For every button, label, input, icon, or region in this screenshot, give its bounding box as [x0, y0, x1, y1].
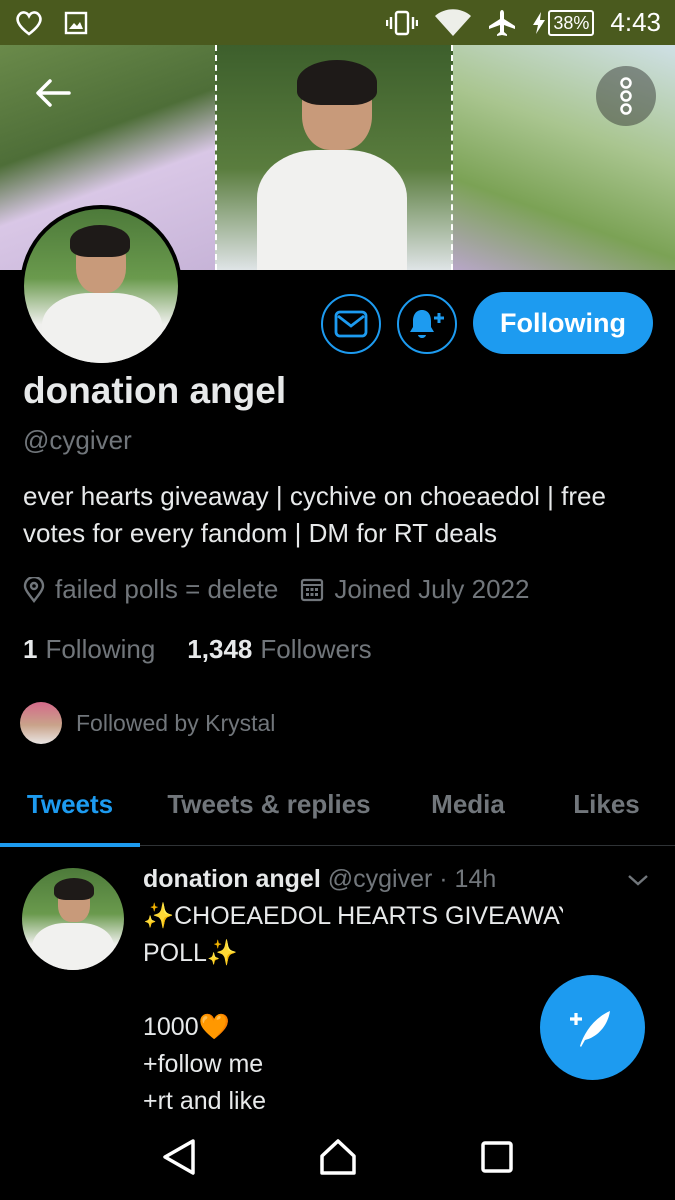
profile-location: failed polls = delete: [23, 574, 278, 605]
bio-line: ever hearts giveaway | cychive on choeae…: [23, 481, 606, 511]
vibrate-icon: [386, 10, 419, 35]
nav-recents-icon[interactable]: [480, 1140, 514, 1174]
tab-likes[interactable]: Likes: [538, 762, 675, 846]
charging-icon: [533, 11, 546, 34]
tweet-line: 1000🧡: [143, 1013, 230, 1041]
mail-icon: [334, 310, 368, 338]
nav-home-icon[interactable]: [318, 1138, 358, 1176]
profile-name: donation angel: [23, 370, 287, 411]
tweet-line: +rt and like: [143, 1087, 266, 1113]
location-text: failed polls = delete: [55, 574, 279, 604]
system-nav-bar: [0, 1113, 675, 1200]
tweet-avatar[interactable]: [22, 868, 124, 970]
following-button[interactable]: Following: [473, 292, 653, 354]
bio-line: votes for every fandom | DM for RT deals: [23, 518, 497, 548]
compose-feather-icon: [569, 1010, 610, 1047]
gallery-icon: [64, 11, 88, 34]
followers-label: Followers: [260, 634, 372, 664]
followers-link[interactable]: 1,348 Followers: [187, 634, 371, 665]
profile-tabs: Tweets Tweets & replies Media Likes: [0, 762, 675, 847]
follow-counts: 1 Following 1,348 Followers: [23, 634, 372, 665]
tweet-menu-button[interactable]: [626, 868, 650, 892]
tweet-line: +follow me: [143, 1050, 264, 1078]
nav-back-icon[interactable]: [161, 1138, 197, 1176]
notifications-button[interactable]: [397, 294, 457, 354]
banner-person: [257, 60, 407, 270]
heart-notification-icon: [16, 10, 42, 36]
tweet-time: · 14h: [439, 865, 497, 893]
message-button[interactable]: [321, 294, 381, 354]
tab-media[interactable]: Media: [398, 762, 538, 846]
tweet-handle: @cygiver: [327, 865, 433, 893]
tweet-line: ✨CHOEAEDOL HEARTS GIVEAWAY: [143, 902, 563, 930]
tweet-header: donation angel @cygiver · 14h: [143, 865, 496, 894]
back-button[interactable]: [30, 70, 76, 116]
follower-avatar: [20, 702, 62, 744]
profile-avatar[interactable]: [20, 205, 182, 367]
profile-joined: Joined July 2022: [300, 574, 529, 605]
profile-meta: failed polls = delete Joined July 2022: [23, 574, 551, 605]
following-label: Following: [45, 634, 156, 664]
banner-photo-center: [215, 45, 453, 270]
airplane-mode-icon: [489, 9, 516, 36]
status-bar: 38% 4:43: [0, 0, 675, 45]
tweet-text[interactable]: ✨CHOEAEDOL HEARTS GIVEAWAY POLL✨ 1000🧡 +…: [143, 898, 563, 1113]
bell-plus-icon: [410, 310, 444, 338]
following-count: 1: [23, 634, 38, 664]
tab-tweets[interactable]: Tweets: [0, 762, 140, 847]
calendar-icon: [301, 578, 324, 601]
followed-by[interactable]: Followed by Krystal: [20, 702, 275, 744]
profile-bio: ever hearts giveaway | cychive on choeae…: [23, 478, 663, 552]
more-vertical-icon: [620, 77, 632, 115]
tweet-line: POLL✨: [143, 939, 239, 967]
profile-handle: @cygiver: [23, 425, 132, 455]
followers-count: 1,348: [187, 634, 253, 664]
joined-text: Joined July 2022: [334, 574, 530, 604]
wifi-icon: [435, 8, 472, 36]
location-pin-icon: [23, 576, 45, 603]
chevron-down-icon: [628, 875, 648, 886]
following-link[interactable]: 1 Following: [23, 634, 155, 665]
followed-by-text: Followed by Krystal: [76, 709, 276, 736]
compose-tweet-button[interactable]: [540, 975, 645, 1080]
more-options-button[interactable]: [596, 66, 656, 126]
battery-level: 38%: [548, 9, 595, 36]
back-arrow-icon: [36, 79, 71, 107]
tab-tweets-replies[interactable]: Tweets & replies: [140, 762, 398, 846]
clock: 4:43: [610, 7, 661, 37]
tweet-author[interactable]: donation angel: [143, 865, 321, 893]
